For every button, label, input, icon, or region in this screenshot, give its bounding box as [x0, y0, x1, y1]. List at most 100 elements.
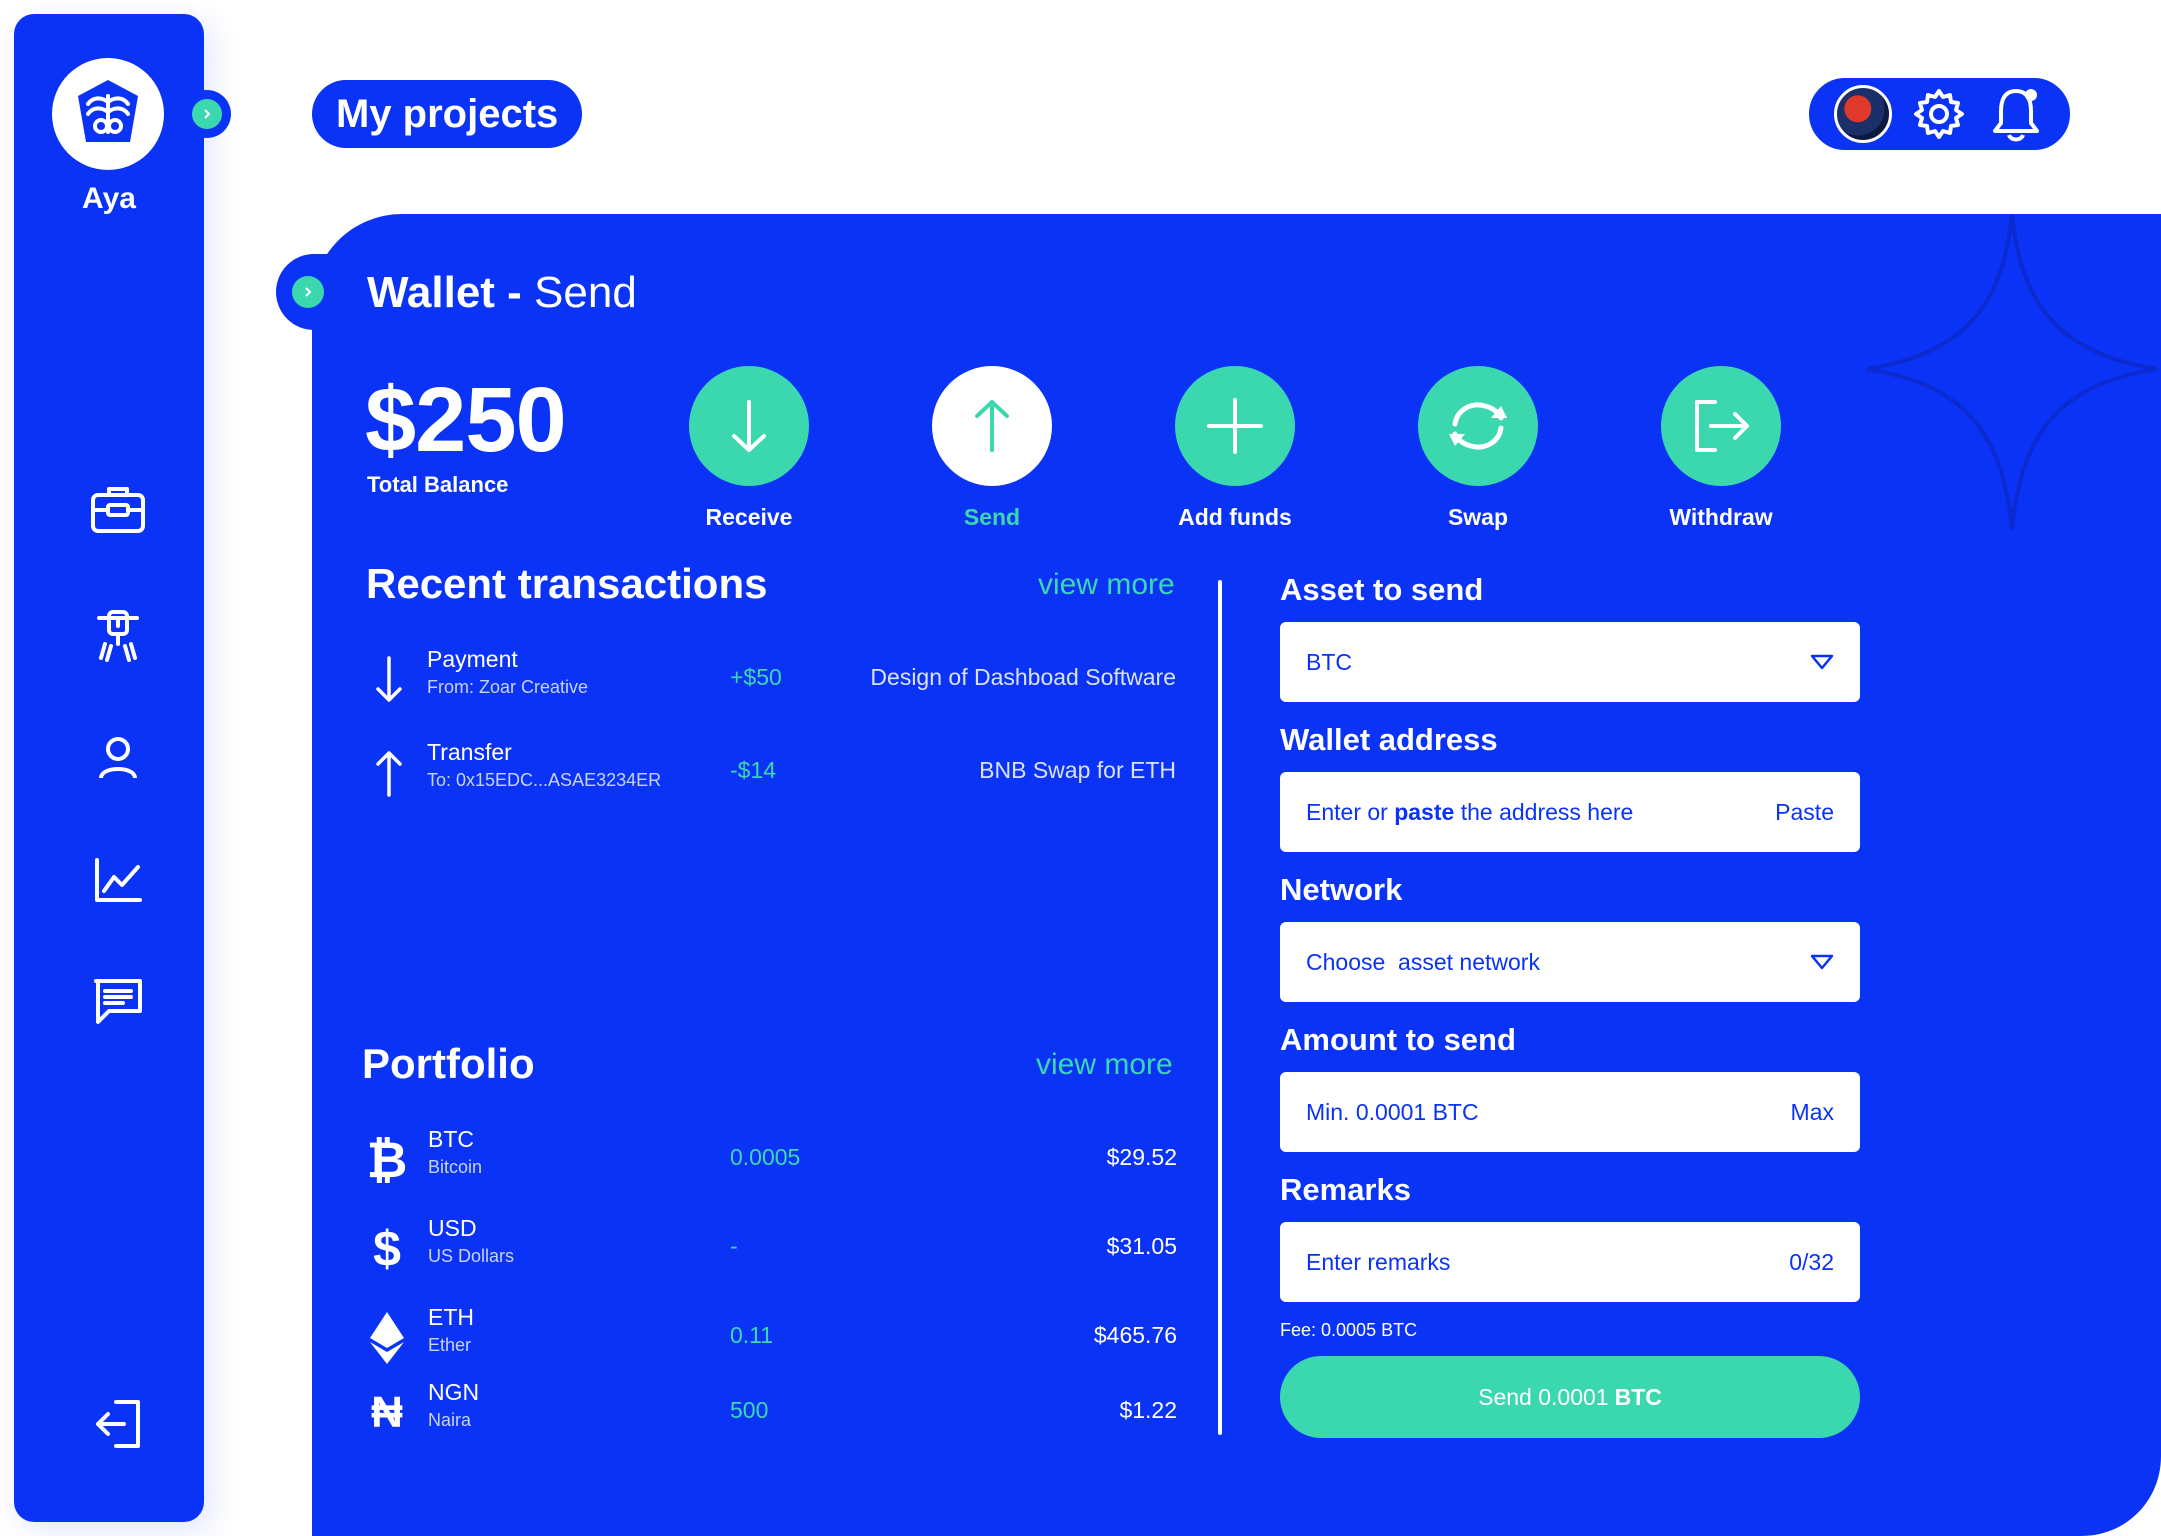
fee-text: Fee: 0.0005 BTC: [1280, 1320, 1418, 1340]
list-item[interactable]: $ USD US Dollars - $31.05: [362, 1215, 1177, 1285]
amount-label: Amount to send: [1280, 1022, 1516, 1057]
network-select[interactable]: Choose asset network: [1280, 922, 1860, 1002]
transaction-party: To: 0x15EDC...ASAE3234ER: [427, 770, 662, 790]
amount-placeholder: Min. 0.0001 BTC: [1306, 1098, 1479, 1125]
briefcase-icon: [91, 487, 145, 533]
asset-name: Naira: [428, 1410, 472, 1430]
asset-symbol: NGN: [428, 1379, 480, 1405]
action-send[interactable]: Send: [912, 366, 1072, 531]
sidebar-item-messages[interactable]: [88, 972, 148, 1032]
send-button[interactable]: Send 0.0001 BTC: [1280, 1356, 1860, 1438]
arrow-down-icon: [376, 656, 402, 702]
wallet-address-placeholder: Enter or paste the address here: [1306, 799, 1633, 826]
ether-icon: [362, 1310, 412, 1366]
asset-value: $31.05: [1106, 1233, 1177, 1259]
sidebar-item-analytics[interactable]: [88, 850, 148, 910]
send-tab-button[interactable]: [932, 366, 1052, 486]
action-withdraw[interactable]: Withdraw: [1641, 366, 1801, 531]
list-item[interactable]: ₿ BTC Bitcoin 0.0005 $29.52: [362, 1126, 1177, 1196]
plus-icon: [1207, 398, 1263, 454]
avatar[interactable]: [1834, 85, 1893, 143]
asset-symbol: BTC: [428, 1126, 474, 1152]
naira-icon: ₦: [371, 1388, 403, 1437]
asset-quantity: 500: [730, 1397, 769, 1423]
arrow-up-icon: [975, 400, 1009, 452]
action-add-funds[interactable]: Add funds: [1155, 366, 1315, 531]
caret-down-icon: [1810, 954, 1834, 970]
transaction-amount: +$50: [730, 664, 782, 690]
paste-button[interactable]: Paste: [1775, 799, 1834, 826]
placeholder-part: the address here: [1454, 798, 1634, 825]
receive-button[interactable]: [689, 366, 809, 486]
sparkle-decoration-icon: [1866, 214, 2158, 530]
send-button-unit: BTC: [1614, 1383, 1662, 1410]
remarks-placeholder: Enter remarks: [1306, 1248, 1451, 1275]
send-button-label: Send 0.0001: [1478, 1383, 1609, 1410]
remarks-label: Remarks: [1280, 1172, 1411, 1207]
send-label: Send: [963, 504, 1021, 530]
action-receive[interactable]: Receive: [669, 366, 829, 531]
sidebar-item-profile[interactable]: [88, 728, 148, 788]
asset-name: Bitcoin: [428, 1157, 483, 1177]
asset-value: $1.22: [1119, 1397, 1177, 1423]
asset-symbol: ETH: [428, 1304, 474, 1330]
add-funds-button[interactable]: [1175, 366, 1295, 486]
asset-name: Ether: [428, 1335, 472, 1355]
chart-icon: [95, 858, 142, 902]
withdraw-button[interactable]: [1661, 366, 1781, 486]
table-row[interactable]: Payment From: Zoar Creative +$50 Design …: [366, 646, 1176, 718]
portfolio-view-more-link[interactable]: view more: [1036, 1048, 1173, 1082]
max-button[interactable]: Max: [1791, 1099, 1834, 1126]
logout-icon: [96, 1400, 140, 1448]
asset-quantity: 0.11: [730, 1322, 774, 1348]
swap-icon: [1449, 402, 1507, 450]
asset-select[interactable]: BTC: [1280, 622, 1860, 702]
transaction-type: Transfer: [427, 739, 512, 765]
top-actions-bar: [1809, 78, 2070, 150]
sidebar: Aya: [14, 14, 204, 1522]
list-item[interactable]: ETH Ether 0.11 $465.76: [362, 1304, 1177, 1374]
remarks-counter: 0/32: [1789, 1248, 1834, 1275]
panel-toggle-button[interactable]: [276, 254, 340, 330]
sidebar-item-projects[interactable]: [88, 480, 148, 540]
table-row[interactable]: Transfer To: 0x15EDC...ASAE3234ER -$14 B…: [366, 739, 1176, 811]
withdraw-icon: [1695, 400, 1749, 452]
user-icon: [99, 737, 137, 779]
wallet-title: Wallet - Send: [367, 268, 637, 318]
receive-label: Receive: [705, 504, 793, 530]
transaction-description: Design of Dashboad Software: [870, 664, 1176, 690]
total-balance-value: $250: [365, 369, 567, 471]
sidebar-toggle-button[interactable]: [183, 90, 231, 138]
brand-name: Aya: [82, 182, 136, 215]
asset-select-value: BTC: [1306, 648, 1352, 675]
settings-button[interactable]: [1910, 85, 1968, 143]
network-select-placeholder: Choose asset network: [1306, 948, 1540, 975]
transaction-description: BNB Swap for ETH: [979, 757, 1176, 783]
bitcoin-icon: ₿: [366, 1132, 408, 1188]
wallet-address-label: Wallet address: [1280, 722, 1498, 757]
panel-corner-decoration-icon: [2081, 1456, 2161, 1536]
wallet-title-bold: Wallet -: [367, 268, 535, 317]
amount-input[interactable]: Min. 0.0001 BTC Max: [1280, 1072, 1860, 1152]
portfolio-title: Portfolio: [362, 1040, 535, 1087]
logo[interactable]: [52, 58, 164, 170]
placeholder-bold: paste: [1394, 798, 1455, 825]
logout-button[interactable]: [88, 1394, 148, 1454]
arrow-up-icon: [376, 751, 402, 797]
network-label: Network: [1280, 872, 1403, 907]
action-swap[interactable]: Swap: [1398, 366, 1558, 531]
gear-icon: [1914, 89, 1965, 139]
notifications-button[interactable]: [1987, 85, 2045, 143]
sidebar-item-tools[interactable]: [88, 606, 148, 666]
transactions-view-more-link[interactable]: view more: [1038, 568, 1175, 602]
asset-quantity: 0.0005: [730, 1144, 801, 1170]
swap-label: Swap: [1447, 504, 1509, 530]
transaction-amount: -$14: [730, 757, 777, 783]
remarks-input[interactable]: Enter remarks 0/32: [1280, 1222, 1860, 1302]
total-balance-label: Total Balance: [367, 472, 509, 497]
list-item[interactable]: ₦ NGN Naira 500 $1.22: [362, 1379, 1177, 1449]
swap-button[interactable]: [1418, 366, 1538, 486]
asset-symbol: USD: [428, 1215, 477, 1241]
divider: [1218, 580, 1222, 1435]
wallet-address-input[interactable]: Enter or paste the address here Paste: [1280, 772, 1860, 852]
